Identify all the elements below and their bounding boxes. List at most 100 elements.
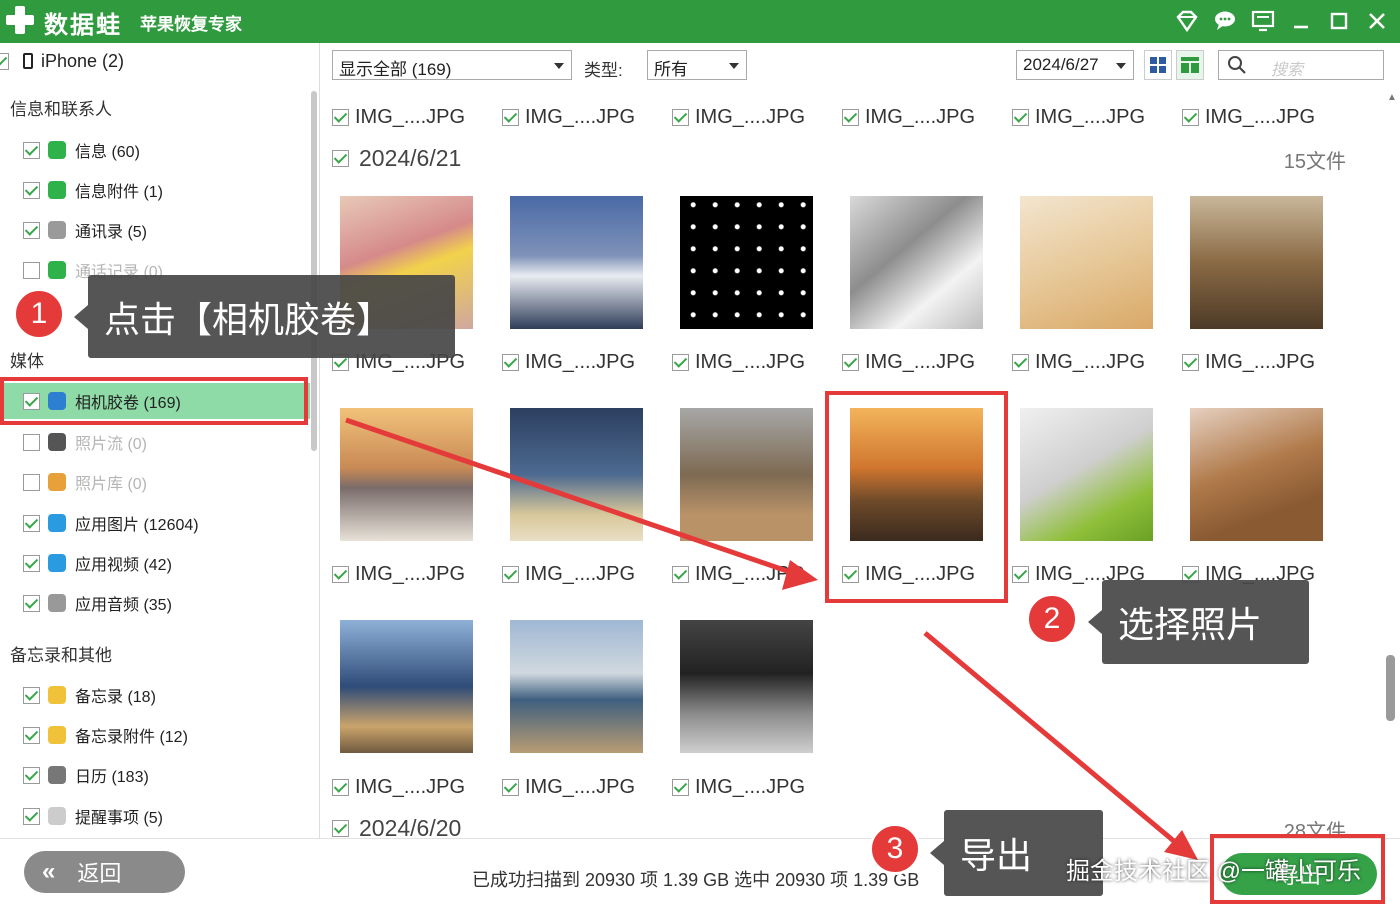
sidebar-item-checkbox[interactable] (23, 807, 40, 825)
photo-thumbnail[interactable] (1190, 196, 1323, 329)
photo-item[interactable]: IMG_....JPG (672, 774, 805, 800)
sidebar-item[interactable]: 照片流 (0) (0, 424, 310, 460)
tip-step-1: 点击【相机胶卷】 (74, 275, 455, 358)
photo-thumbnail[interactable] (680, 408, 813, 541)
photo-item[interactable]: IMG_....JPG (1012, 349, 1145, 375)
date-group-checkbox[interactable] (332, 820, 349, 837)
grid-scrollbar[interactable] (1386, 655, 1395, 721)
close-icon[interactable] (1364, 8, 1390, 34)
photo-thumbnail[interactable] (1020, 196, 1153, 329)
sidebar-item[interactable]: 照片库 (0) (0, 464, 310, 500)
date-dropdown[interactable]: 2024/6/27 (1016, 50, 1134, 80)
photo-checkbox[interactable] (332, 565, 349, 583)
logo-icon (4, 4, 36, 36)
type-dropdown[interactable]: 所有 (647, 50, 747, 80)
photo-thumbnail[interactable] (680, 620, 813, 753)
photo-checkbox[interactable] (502, 353, 519, 371)
photo-checkbox[interactable] (672, 353, 689, 371)
photo-item[interactable]: IMG_....JPG (672, 349, 805, 375)
sidebar-item[interactable]: 信息 (60) (0, 132, 310, 168)
photo-thumbnail[interactable] (510, 196, 643, 329)
photo-thumbnail[interactable] (340, 408, 473, 541)
photo-item[interactable]: IMG_....JPG (502, 104, 635, 130)
photo-checkbox[interactable] (332, 108, 349, 126)
photo-item[interactable]: IMG_....JPG (332, 561, 465, 587)
device-checkbox[interactable] (0, 52, 9, 70)
photo-item[interactable]: IMG_....JPG (1012, 104, 1145, 130)
photo-thumbnail[interactable] (1190, 408, 1323, 541)
sidebar-item-checkbox[interactable] (23, 514, 40, 532)
photo-item[interactable]: IMG_....JPG (842, 104, 975, 130)
date-group-header[interactable]: 2024/6/20 (332, 815, 461, 838)
back-button[interactable]: « 返回 (24, 851, 185, 893)
photo-checkbox[interactable] (502, 565, 519, 583)
photo-thumbnail[interactable] (510, 620, 643, 753)
photo-thumbnail[interactable] (1020, 408, 1153, 541)
photo-item[interactable]: IMG_....JPG (1182, 104, 1315, 130)
sidebar-item-checkbox[interactable] (23, 473, 40, 491)
date-group-header[interactable]: 2024/6/21 (332, 145, 461, 172)
photo-item[interactable]: IMG_....JPG (502, 349, 635, 375)
sidebar-item[interactable]: 提醒事项 (5) (0, 798, 310, 834)
sidebar-item-checkbox[interactable] (23, 726, 40, 744)
device-row[interactable]: iPhone (2) (0, 43, 310, 79)
sidebar-item-checkbox[interactable] (23, 221, 40, 239)
sidebar-item[interactable]: 信息附件 (1) (0, 172, 310, 208)
photo-item[interactable]: IMG_....JPG (842, 349, 975, 375)
photo-checkbox[interactable] (672, 565, 689, 583)
monitor-icon[interactable] (1250, 8, 1276, 34)
sidebar-item[interactable]: 备忘录 (18) (0, 677, 310, 713)
photo-checkbox[interactable] (672, 108, 689, 126)
photo-checkbox[interactable] (842, 353, 859, 371)
photo-item[interactable]: IMG_....JPG (332, 774, 465, 800)
sidebar-item-checkbox[interactable] (23, 554, 40, 572)
sidebar-item-checkbox[interactable] (23, 261, 40, 279)
sidebar-item-checkbox[interactable] (23, 686, 40, 704)
photo-item[interactable]: IMG_....JPG (502, 774, 635, 800)
sidebar-item[interactable]: 应用图片 (12604) (0, 505, 310, 541)
photo-item[interactable]: IMG_....JPG (672, 104, 805, 130)
photo-checkbox[interactable] (1182, 353, 1199, 371)
maximize-icon[interactable] (1326, 8, 1352, 34)
sidebar-item[interactable]: 应用音频 (35) (0, 585, 310, 621)
photo-checkbox[interactable] (842, 108, 859, 126)
photo-thumbnail[interactable] (850, 196, 983, 329)
photo-checkbox[interactable] (1012, 108, 1029, 126)
sidebar-item-checkbox[interactable] (23, 594, 40, 612)
sidebar-item-checkbox[interactable] (23, 433, 40, 451)
photo-checkbox[interactable] (1012, 353, 1029, 371)
photo-item[interactable]: IMG_....JPG (332, 104, 465, 130)
search-box[interactable]: 搜索 (1218, 50, 1384, 80)
photo-thumbnail[interactable] (680, 196, 813, 329)
step-badge-1: 1 (13, 288, 65, 340)
photo-checkbox[interactable] (1012, 565, 1029, 583)
thumbnail-view-button[interactable] (1176, 50, 1204, 80)
photo-checkbox[interactable] (502, 778, 519, 796)
scan-status: 已成功扫描到 20930 项 1.39 GB 选中 20930 项 1.39 G… (472, 870, 920, 890)
sidebar-item[interactable]: 应用视频 (42) (0, 545, 310, 581)
photo-item[interactable]: IMG_....JPG (672, 561, 805, 587)
photo-thumbnail[interactable] (510, 408, 643, 541)
scroll-up-icon[interactable]: ▲ (1387, 92, 1397, 103)
date-group-checkbox[interactable] (332, 150, 349, 167)
photo-item[interactable]: IMG_....JPG (502, 561, 635, 587)
sidebar-scrollbar[interactable] (311, 91, 317, 451)
chat-icon[interactable] (1212, 8, 1238, 34)
filter-dropdown[interactable]: 显示全部 (169) (332, 50, 572, 80)
photo-checkbox[interactable] (502, 108, 519, 126)
minimize-icon[interactable] (1288, 8, 1314, 34)
photo-item[interactable]: IMG_....JPG (1182, 349, 1315, 375)
sidebar-item[interactable]: 备忘录附件 (12) (0, 717, 310, 753)
photo-thumbnail[interactable] (340, 620, 473, 753)
photo-checkbox[interactable] (1182, 108, 1199, 126)
photo-filename: IMG_....JPG (695, 350, 806, 373)
sidebar-item[interactable]: 日历 (183) (0, 757, 310, 793)
photo-checkbox[interactable] (672, 778, 689, 796)
photo-checkbox[interactable] (332, 778, 349, 796)
sidebar-item-checkbox[interactable] (23, 766, 40, 784)
sidebar-item-checkbox[interactable] (23, 141, 40, 159)
sidebar-item-checkbox[interactable] (23, 181, 40, 199)
sidebar-item[interactable]: 通讯录 (5) (0, 212, 310, 248)
diamond-icon[interactable] (1174, 8, 1200, 34)
grid-view-button[interactable] (1144, 50, 1172, 80)
